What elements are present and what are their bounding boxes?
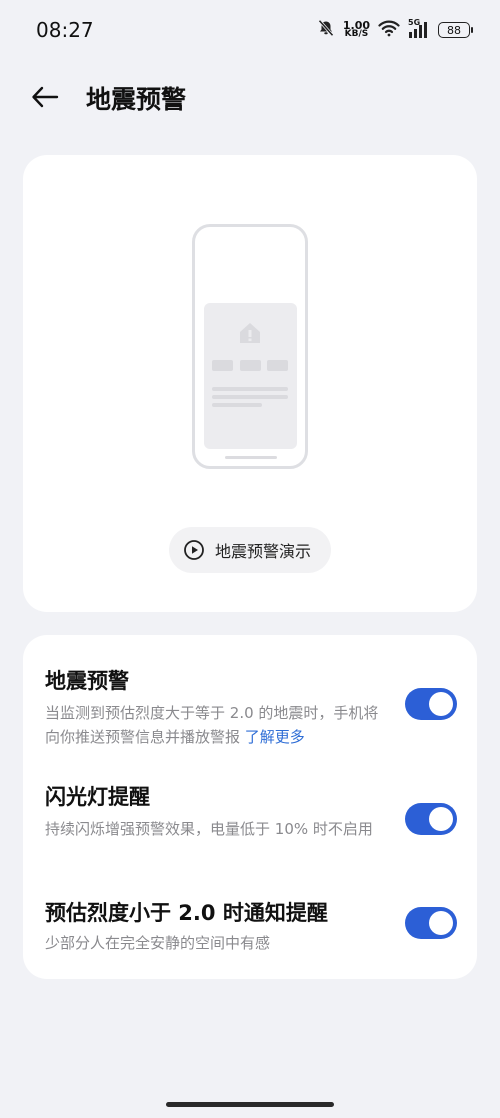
setting-title: 地震预警 xyxy=(45,669,129,693)
illustration-line xyxy=(212,403,262,407)
description-text: 当监测到预估烈度大于等于 2.0 的地震时，手机将向你推送预警信息并播放警报 xyxy=(45,704,379,746)
phone-illustration xyxy=(192,224,308,469)
toggle-knob xyxy=(429,911,453,935)
low-intensity-notify-toggle[interactable] xyxy=(405,907,457,939)
battery-level: 88 xyxy=(447,23,461,37)
illustration-block xyxy=(240,360,261,371)
settings-card: 地震预警 当监测到预估烈度大于等于 2.0 的地震时，手机将向你推送预警信息并播… xyxy=(23,635,477,979)
play-icon xyxy=(184,540,204,560)
toggle-knob xyxy=(429,692,453,716)
illustration-block xyxy=(212,360,233,371)
speed-unit: KB/S xyxy=(344,29,369,39)
setting-flash-reminder: 闪光灯提醒 持续闪烁增强预警效果，电量低于 10% 时不启用 xyxy=(45,781,457,841)
toggle-knob xyxy=(429,807,453,831)
illustration-block xyxy=(267,360,288,371)
learn-more-link[interactable]: 了解更多 xyxy=(245,728,305,746)
network-speed: 1.00 KB/S xyxy=(343,20,370,39)
earthquake-alert-toggle[interactable] xyxy=(405,688,457,720)
page-title: 地震预警 xyxy=(86,85,187,114)
demo-card: 地震预警演示 xyxy=(23,155,477,612)
signal-icon: 5G xyxy=(408,18,430,39)
back-arrow-icon xyxy=(32,86,59,108)
status-icons: 1.00 KB/S 5G 88 xyxy=(317,18,473,42)
setting-description: 少部分人在完全安静的空间中有感 xyxy=(45,934,271,952)
setting-earthquake-alert: 地震预警 当监测到预估烈度大于等于 2.0 的地震时，手机将向你推送预警信息并播… xyxy=(45,665,457,749)
flash-reminder-toggle[interactable] xyxy=(405,803,457,835)
setting-description: 当监测到预估烈度大于等于 2.0 的地震时，手机将向你推送预警信息并播放警报 了… xyxy=(45,701,385,749)
illustration-line xyxy=(212,395,288,399)
setting-title: 闪光灯提醒 xyxy=(45,785,150,809)
status-bar: 08:27 1.00 KB/S 5G 88 xyxy=(0,0,500,60)
battery-indicator: 88 xyxy=(438,22,473,38)
phone-screen-illustration xyxy=(204,303,297,449)
demo-button-label: 地震预警演示 xyxy=(215,542,312,561)
home-alert-icon xyxy=(240,323,260,343)
header: 地震预警 xyxy=(0,70,500,126)
demo-play-button[interactable]: 地震预警演示 xyxy=(169,527,331,573)
phone-home-bar-illustration xyxy=(225,456,277,459)
wifi-icon xyxy=(378,19,400,41)
illustration-line xyxy=(212,387,288,391)
home-indicator[interactable] xyxy=(166,1102,334,1107)
back-button[interactable] xyxy=(28,82,62,112)
setting-title: 预估烈度小于 2.0 时通知提醒 xyxy=(45,901,328,925)
status-time: 08:27 xyxy=(36,18,94,42)
setting-description: 持续闪烁增强预警效果，电量低于 10% 时不启用 xyxy=(45,820,373,838)
mute-icon xyxy=(317,19,335,41)
setting-low-intensity-notify: 预估烈度小于 2.0 时通知提醒 少部分人在完全安静的空间中有感 xyxy=(45,897,457,955)
